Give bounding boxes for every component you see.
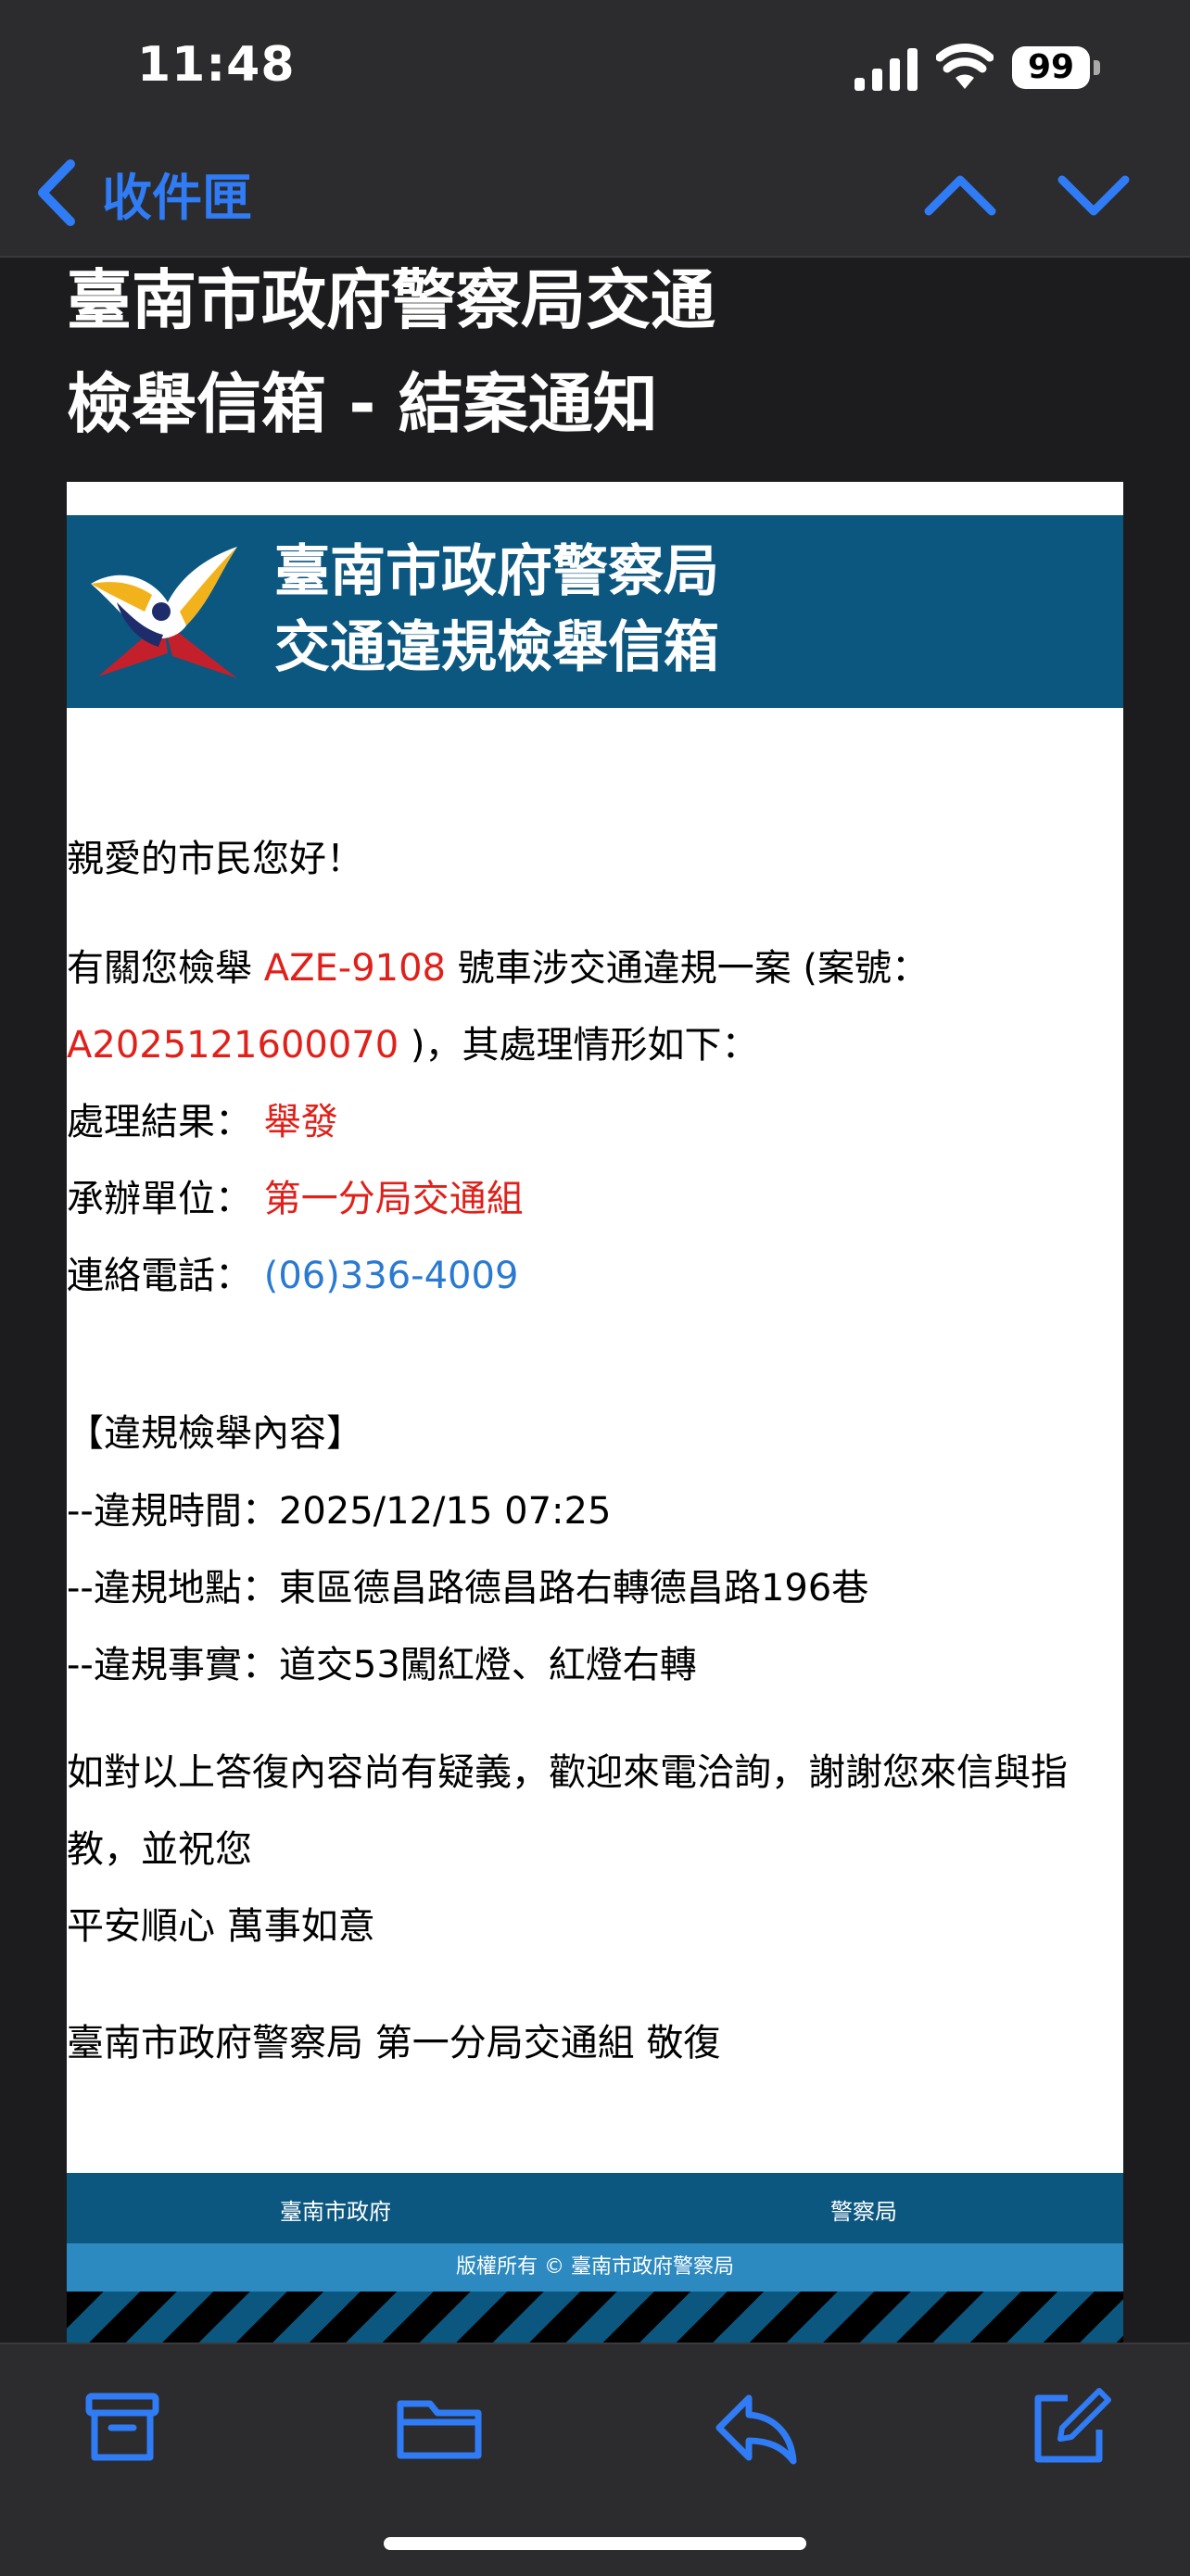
banner-line-2: 交通違規檢舉信箱 [274,615,719,680]
phone-link[interactable]: (06)336-4009 [264,1255,519,1297]
closing-line-2: 教，並祝您 [67,1828,252,1871]
subject-line-1: 臺南市政府警察局交通 [67,262,715,338]
home-indicator[interactable] [384,2537,806,2550]
decorative-stripe [67,2292,1123,2342]
closing-line-3: 平安順心 萬事如意 [67,1905,375,1948]
plate-number: AZE-9108 [263,947,446,990]
battery-level: 99 [1012,46,1090,89]
banner-line-1: 臺南市政府警察局 [274,539,719,604]
email-body-card: 臺南市政府警察局 交通違規檢舉信箱 親愛的市民您好！ 有關您檢舉 AZE-910… [67,482,1123,2342]
unit-value: 第一分局交通組 [263,1178,524,1220]
violation-place: --違規地點：東區德昌路德昌路右轉德昌路196巷 [67,1567,869,1610]
violation-fact: --違規事實：道交53闖紅燈、紅燈右轉 [67,1644,697,1686]
chevron-up-icon[interactable] [923,163,997,228]
phone-line: 連絡電話： (06)336-4009 [67,1255,519,1297]
status-time: 11:48 [137,37,296,93]
chevron-down-icon[interactable] [1057,163,1131,228]
police-dove-logo-icon [91,547,237,678]
section-title: 【違規檢舉內容】 [67,1412,363,1455]
greeting: 親愛的市民您好！ [67,838,363,880]
case-number-line: A2025121600070 )，其處理情形如下： [67,1024,759,1067]
battery-icon: 99 [1012,46,1101,91]
case-intro: 有關您檢舉 AZE-9108 號車涉交通違規一案 (案號： [67,947,930,990]
compose-icon[interactable] [1023,2381,1116,2474]
header-banner: 臺南市政府警察局 交通違規檢舉信箱 [67,515,1123,708]
copyright-bar: 版權所有 © 臺南市政府警察局 [67,2243,1123,2292]
folder-icon[interactable] [393,2381,486,2474]
unit-line: 承辦單位： 第一分局交通組 [67,1178,524,1220]
cellular-signal-icon [855,48,918,91]
email-footer: 臺南市政府 警察局 [67,2173,1123,2243]
reply-icon[interactable] [710,2381,803,2474]
closing-line-1: 如對以上答復內容尚有疑義，歡迎來電洽詢，謝謝您來信與指 [67,1751,1068,1794]
violation-time: --違規時間：2025/12/15 07:25 [67,1490,612,1533]
result-value: 舉發 [263,1101,338,1143]
archive-icon[interactable] [76,2381,169,2474]
status-bar: 11:48 99 [0,0,1190,139]
result-line: 處理結果： 舉發 [67,1101,338,1143]
signature: 臺南市政府警察局 第一分局交通組 敬復 [67,2022,721,2065]
back-to-inbox-button[interactable]: 收件匣 [33,156,252,230]
case-number: A2025121600070 [67,1024,399,1067]
wifi-icon [936,44,994,89]
back-label: 收件匣 [102,168,252,227]
chevron-left-icon [38,159,75,226]
mail-nav-bar: 收件匣 [0,139,1190,258]
footer-link-city[interactable]: 臺南市政府 [280,2193,391,2226]
email-subject: 臺南市政府警察局交通 檢舉信箱 - 結案通知 [67,258,1123,456]
footer-link-police[interactable]: 警察局 [830,2193,897,2226]
banner-title: 臺南市政府警察局 交通違規檢舉信箱 [274,534,719,686]
subject-line-2: 檢舉信箱 - 結案通知 [67,366,658,442]
email-content[interactable]: 臺南市政府警察局交通 檢舉信箱 - 結案通知 臺南市政府警察局 交通違規檢舉信箱… [0,258,1190,2342]
